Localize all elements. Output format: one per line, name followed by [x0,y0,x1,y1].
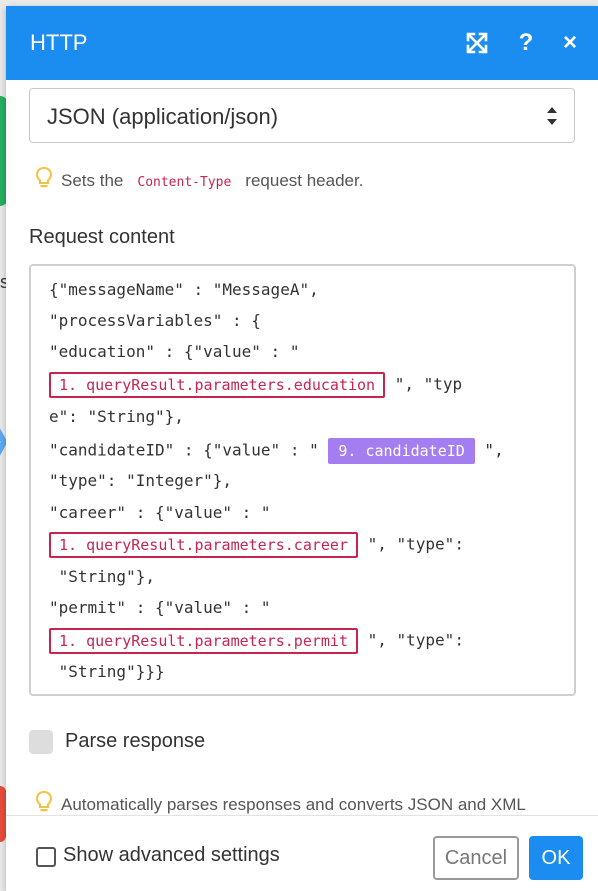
advanced-settings-label[interactable]: Show advanced settings [63,844,280,867]
code-line: "candidateID" : {"value" : " 9. candidat… [49,438,504,464]
body-type-select[interactable]: JSON (application/json) [29,88,575,143]
request-content-editor[interactable]: {"messageName" : "MessageA", "processVar… [29,264,576,696]
code-line: "String"}, [49,567,155,586]
close-icon[interactable]: × [555,26,585,60]
code-line: "String"}}} [49,662,165,681]
expand-icon[interactable] [462,26,492,60]
code-fragment: ", "type": [357,630,464,650]
content-type-code: Content-Type [129,175,240,190]
code-line: "permit" : {"value" : " [49,598,271,617]
hint-text-after: request header. [245,171,364,190]
code-fragment: ", "typ [385,374,463,394]
content-type-hint: Sets the Content-Type request header. [35,166,363,191]
code-line: 1. queryResult.parameters.career ", "typ… [49,532,464,558]
code-fragment: ", "type": [357,534,464,554]
select-arrows-icon [547,107,557,125]
lightbulb-icon [35,790,53,812]
lightbulb-icon [35,166,53,188]
hint-text-before: Sets the [61,171,124,190]
advanced-settings-checkbox[interactable] [36,847,56,867]
body-type-select-value: JSON (application/json) [47,104,279,129]
code-line: "processVariables" : { [49,311,261,330]
request-content-label: Request content [29,226,175,248]
ok-button[interactable]: OK [529,836,583,880]
mapped-value-pill[interactable]: 1. queryResult.parameters.education [49,372,386,398]
dialog-header: HTTP ? × [6,6,598,80]
code-line: "career" : {"value" : " [49,503,271,522]
http-module-dialog: HTTP ? × JSON (application/json) Sets th… [6,6,598,891]
mapped-value-pill[interactable]: 9. candidateID [328,438,475,464]
code-fragment: ", [474,440,504,460]
cancel-button[interactable]: Cancel [433,836,519,880]
parse-hint-text: Automatically parses responses and conve… [61,795,526,814]
code-line: 1. queryResult.parameters.education ", "… [49,372,462,398]
dialog-title: HTTP [30,30,88,55]
code-line: "education" : {"value" : " [49,342,300,361]
code-line: 1. queryResult.parameters.permit ", "typ… [49,628,464,654]
code-line: "type": "Integer"}, [49,471,233,490]
parse-response-toggle[interactable] [29,730,53,754]
parse-response-label: Parse response [65,730,206,752]
code-line: e": "String"}, [49,407,184,426]
dialog-content: JSON (application/json) Sets the Content-… [6,80,598,815]
help-icon[interactable]: ? [511,26,541,60]
code-fragment: "candidateID" : {"value" : " [49,440,329,460]
parse-response-hint: Automatically parses responses and conve… [35,790,526,815]
mapped-value-pill[interactable]: 1. queryResult.parameters.career [49,532,358,558]
code-line: {"messageName" : "MessageA", [49,280,319,299]
mapped-value-pill[interactable]: 1. queryResult.parameters.permit [49,628,358,654]
dialog-footer: Show advanced settings Cancel OK [6,815,598,891]
